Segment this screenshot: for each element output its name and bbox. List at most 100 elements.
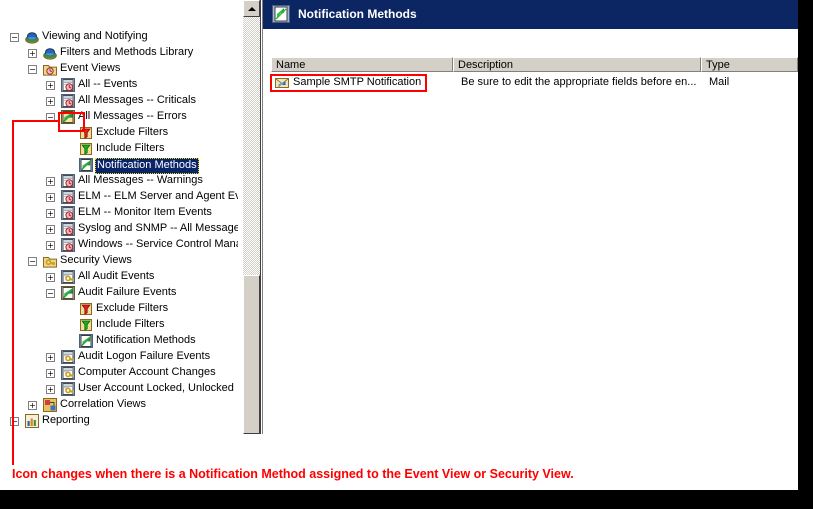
tree-node[interactable]: + ELM -- ELM Server and Agent Even [0,189,238,205]
tree-node-label: Exclude Filters [96,302,169,314]
event-view-icon [61,222,75,236]
collapse-minus-icon[interactable]: − [10,33,19,42]
expand-plus-icon[interactable]: + [46,81,55,90]
annotation-highlight-tree-icon [58,112,85,132]
folder-clock-icon [43,62,57,76]
tree-node-label: Correlation Views [60,398,147,410]
tree-node-label: Notification Methods [95,158,199,174]
tree-node[interactable]: + All -- Events [0,77,238,93]
tree-node[interactable]: + User Account Locked, Unlocked [0,381,238,397]
column-header-type[interactable]: Type [701,57,798,72]
tree-node-label: Security Views [60,254,132,266]
tree-node-label: Audit Logon Failure Events [78,350,211,362]
security-view-icon [61,270,75,284]
security-view-notified-icon [61,286,75,300]
row-type: Mail [709,76,730,88]
tree-node[interactable]: − Security Views [0,253,238,269]
column-header-description[interactable]: Description [453,57,701,72]
event-view-icon [61,78,75,92]
tree-node-label: Event Views [60,62,121,74]
annotation-leader-horizontal [12,120,58,122]
content-title: Notification Methods [298,7,417,21]
tree-node[interactable]: − All Messages -- Errors [0,109,238,125]
frame-bottom-edge [0,490,813,509]
expand-plus-icon[interactable]: + [46,241,55,250]
tree-node-label: All Messages -- Errors [78,110,187,122]
tree-node[interactable]: Include Filters [0,141,238,157]
tree-pane: − Viewing and Notifying + Filters and Metho… [0,0,238,434]
tree-node-label: All Messages -- Warnings [78,174,203,186]
event-view-icon [61,238,75,252]
tree-node-label: All Messages -- Criticals [78,94,196,106]
tree-node[interactable]: + Audit Logon Failure Events [0,349,238,365]
expand-plus-icon[interactable]: + [46,193,55,202]
tree-node-label: Audit Failure Events [78,286,177,298]
tree-node[interactable]: + All Messages -- Criticals [0,93,238,109]
screenshot-root: − Viewing and Notifying + Filters and Metho… [0,0,813,509]
content-titlebar: Notification Methods [263,0,798,29]
tree-node-label: All Audit Events [78,270,155,282]
tree-node[interactable]: Include Filters [0,317,238,333]
collapse-minus-icon[interactable]: − [46,289,55,298]
tree-node[interactable]: Notification Methods [0,333,238,349]
correlation-view-icon [43,398,57,412]
tree-node-label: All -- Events [78,78,138,90]
frame-right-edge [798,0,813,490]
column-header-name[interactable]: Name [271,57,453,72]
reporting-icon [25,414,39,428]
globe-icon [25,30,39,44]
tree-node-label: Viewing and Notifying [42,30,148,42]
expand-plus-icon[interactable]: + [46,353,55,362]
row-description: Be sure to edit the appropriate fields b… [461,76,697,88]
tree-node[interactable]: + ELM -- Monitor Item Events [0,205,238,221]
tree-node[interactable]: + Correlation Views [0,397,238,413]
expand-plus-icon[interactable]: + [46,177,55,186]
list-column-headers[interactable]: Name Description Type [271,57,806,72]
tree-node[interactable]: Notification Methods [0,157,238,174]
event-view-icon [61,94,75,108]
tree-node[interactable]: + Computer Account Changes [0,365,238,381]
include-filter-icon [79,318,93,332]
tree-node-label: Windows -- Service Control Manag [78,238,238,250]
tree-node[interactable]: + All Messages -- Warnings [0,173,238,189]
tree-node[interactable]: Exclude Filters [0,125,238,141]
tree-node-label: ELM -- Monitor Item Events [78,206,212,218]
exclude-filter-icon [79,302,93,316]
expand-plus-icon[interactable]: + [46,385,55,394]
include-filter-icon [79,142,93,156]
event-view-icon [61,174,75,188]
expand-plus-icon[interactable]: + [46,97,55,106]
tree-node[interactable]: + Filters and Methods Library [0,45,238,61]
tree-node-label: Notification Methods [96,334,196,346]
tree-node-label: ELM -- ELM Server and Agent Even [78,190,238,202]
tree-node-label: Reporting [42,414,90,426]
scrollbar-track[interactable] [243,17,260,275]
expand-plus-icon[interactable]: + [46,209,55,218]
event-view-icon [61,206,75,220]
security-view-icon [61,350,75,364]
scroll-up-arrow-icon[interactable] [243,0,260,17]
expand-plus-icon[interactable]: + [28,401,37,410]
tree-node-label: Exclude Filters [96,126,169,138]
notification-method-icon [79,334,93,348]
tree-node[interactable]: + Syslog and SNMP -- All Messages [0,221,238,237]
expand-plus-icon[interactable]: + [28,49,37,58]
collapse-minus-icon[interactable]: − [28,257,37,266]
tree-vertical-scrollbar[interactable] [243,0,260,434]
tree-node[interactable]: − Viewing and Notifying [0,29,238,45]
tree-node-label: Include Filters [96,318,165,330]
tree-node-label: Syslog and SNMP -- All Messages [78,222,238,234]
tree-node[interactable]: − Reporting [0,413,238,429]
tree-node[interactable]: Exclude Filters [0,301,238,317]
collapse-minus-icon[interactable]: − [28,65,37,74]
scrollbar-thumb[interactable] [243,275,260,434]
expand-plus-icon[interactable]: + [46,369,55,378]
tree-node[interactable]: + All Audit Events [0,269,238,285]
expand-plus-icon[interactable]: + [46,225,55,234]
tree-node-label: Include Filters [96,142,165,154]
tree-node[interactable]: − Audit Failure Events [0,285,238,301]
expand-plus-icon[interactable]: + [46,273,55,282]
tree-node[interactable]: − Event Views [0,61,238,77]
tree-node[interactable]: + Windows -- Service Control Manag [0,237,238,253]
event-view-icon [61,190,75,204]
